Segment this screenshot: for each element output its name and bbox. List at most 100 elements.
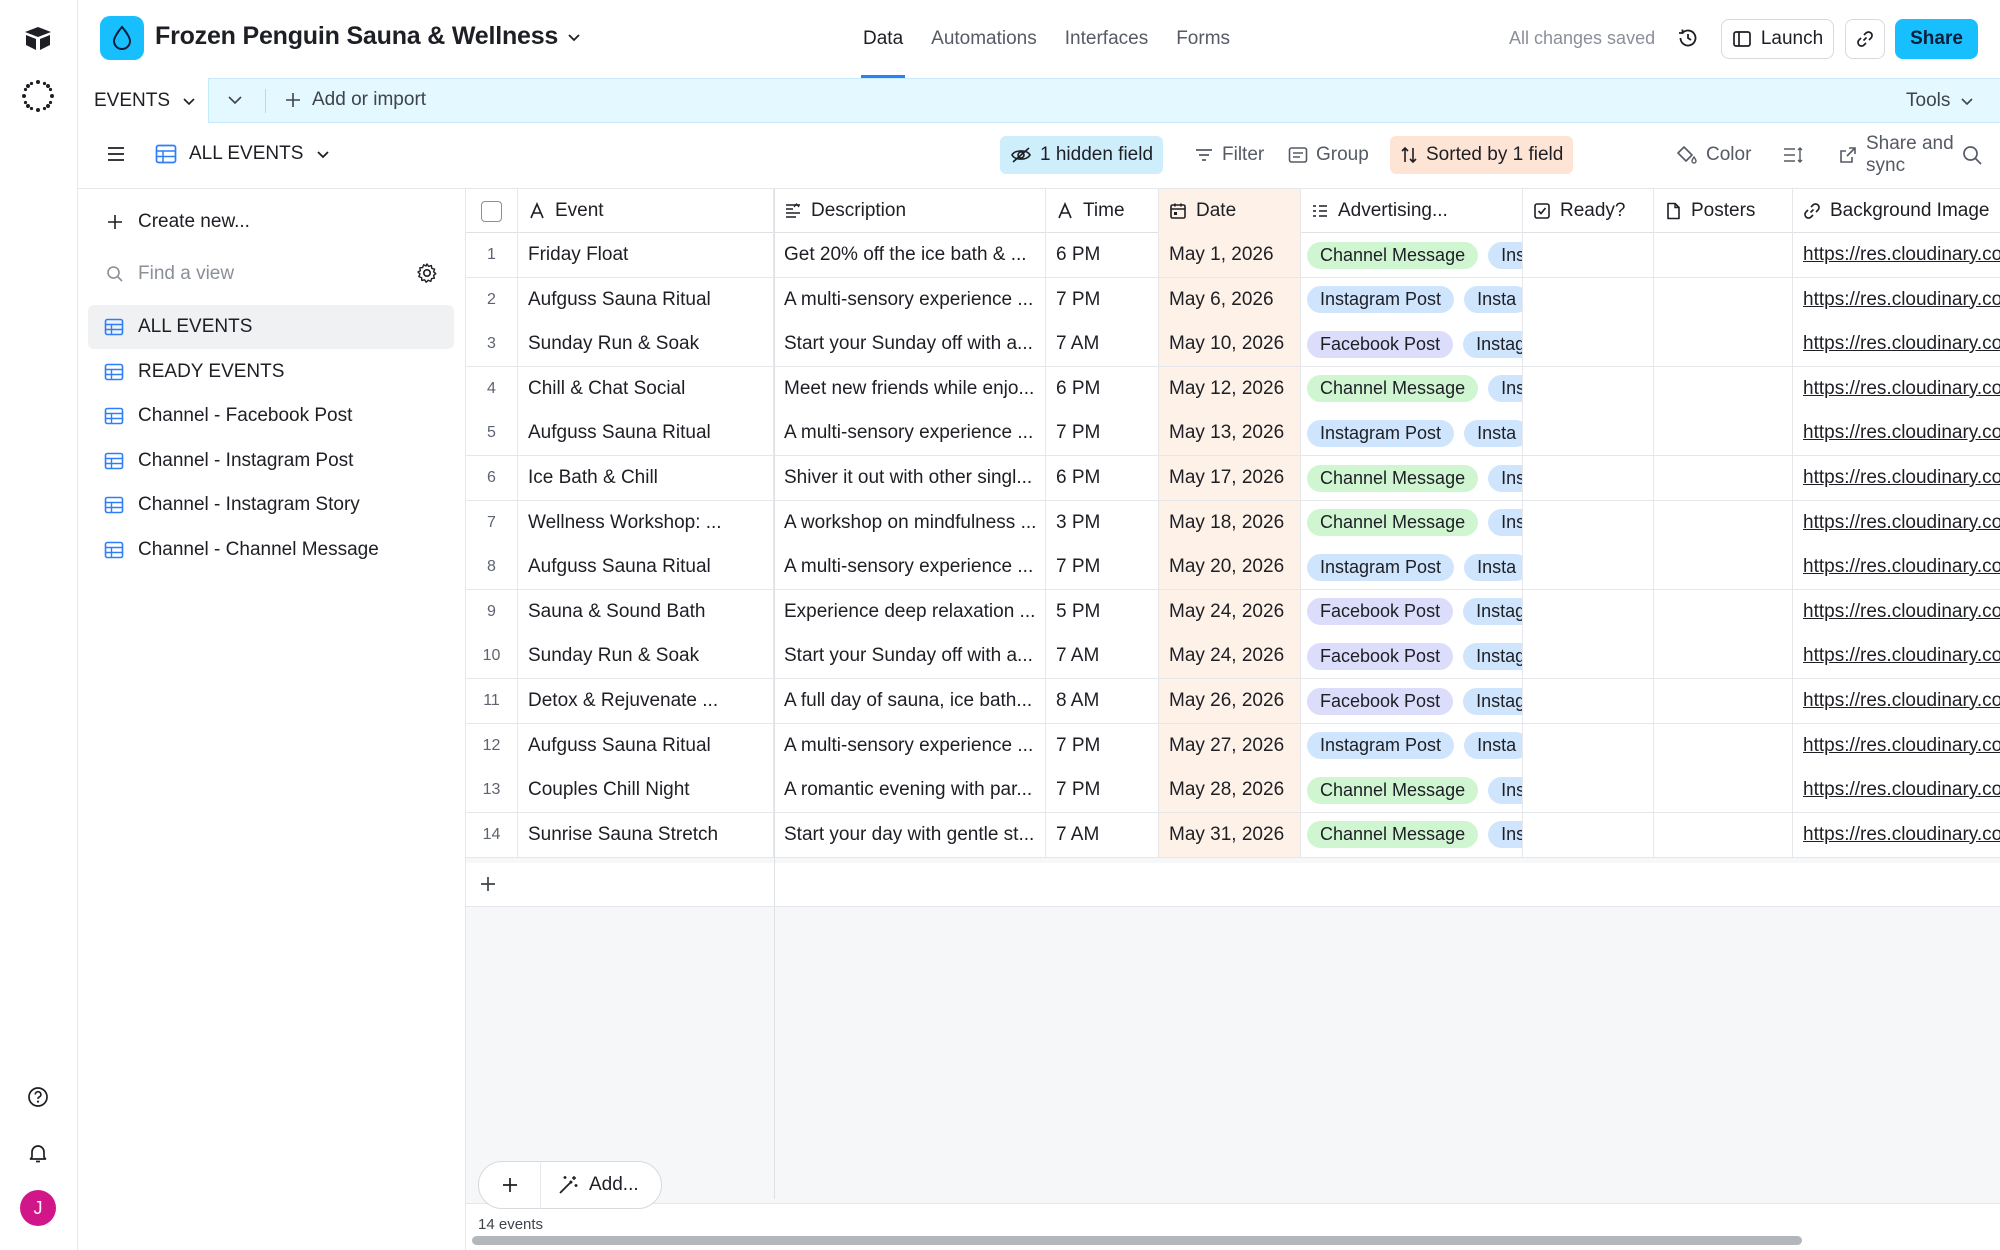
cell-background-image-link[interactable]: https://res.cloudinary.co [1793, 634, 2000, 678]
cell-ready[interactable] [1523, 812, 1654, 857]
column-header-description[interactable]: Description [774, 189, 1046, 233]
cell-event[interactable]: Friday Float [518, 233, 774, 277]
cell-description[interactable]: A full day of sauna, ice bath... [774, 679, 1046, 723]
cell-posters[interactable] [1654, 634, 1793, 679]
cell-date[interactable]: May 10, 2026 [1159, 322, 1301, 367]
cell-advertising[interactable]: Channel Message Ins [1301, 233, 1523, 277]
row-height-icon[interactable] [1772, 136, 1814, 174]
cell-posters[interactable] [1654, 768, 1793, 813]
help-icon[interactable] [19, 1078, 57, 1116]
add-record-row[interactable] [466, 863, 2000, 907]
cell-description[interactable]: Experience deep relaxation ... [774, 589, 1046, 634]
cell-advertising[interactable]: Facebook Post Instag [1301, 634, 1523, 679]
cell-date[interactable]: May 20, 2026 [1159, 545, 1301, 590]
cell-date[interactable]: May 24, 2026 [1159, 634, 1301, 679]
table-row[interactable]: 9 Sauna & Sound Bath Experience deep relax… [466, 589, 2000, 635]
cell-time[interactable]: 5 PM [1046, 589, 1159, 634]
cell-event[interactable]: Sauna & Sound Bath [518, 589, 774, 634]
cell-ready[interactable] [1523, 768, 1654, 813]
hide-fields-button[interactable]: 1 hidden field [1000, 136, 1164, 174]
cell-event[interactable]: Aufguss Sauna Ritual [518, 411, 774, 456]
cell-description[interactable]: Start your day with gentle st... [774, 812, 1046, 857]
select-all-checkbox[interactable] [466, 189, 518, 233]
cell-posters[interactable] [1654, 679, 1793, 723]
cell-time[interactable]: 7 PM [1046, 545, 1159, 590]
gear-icon[interactable] [416, 262, 438, 284]
create-new-view-button[interactable]: Create new... [106, 211, 250, 233]
sort-button[interactable]: Sorted by 1 field [1390, 136, 1574, 174]
table-row[interactable]: 7 Wellness Workshop: ... A workshop on min… [466, 500, 2000, 546]
cell-description[interactable]: Meet new friends while enjo... [774, 366, 1046, 411]
share-button[interactable]: Share [1895, 19, 1978, 59]
cell-posters[interactable] [1654, 233, 1793, 277]
cell-description[interactable]: A multi-sensory experience ... [774, 723, 1046, 768]
cell-background-image-link[interactable]: https://res.cloudinary.co [1793, 501, 2000, 545]
base-drop-icon[interactable] [100, 16, 144, 60]
omni-icon[interactable] [19, 77, 57, 115]
cell-event[interactable]: Aufguss Sauna Ritual [518, 277, 774, 322]
cell-background-image-link[interactable]: https://res.cloudinary.co [1793, 456, 2000, 500]
cell-time[interactable]: 8 AM [1046, 679, 1159, 723]
cell-background-image-link[interactable]: https://res.cloudinary.co [1793, 411, 2000, 455]
cell-advertising[interactable]: Instagram Post Insta [1301, 277, 1523, 322]
cell-description[interactable]: A romantic evening with par... [774, 768, 1046, 813]
column-header-date[interactable]: Date [1159, 189, 1301, 233]
cell-event[interactable]: Sunday Run & Soak [518, 634, 774, 679]
hamburger-menu-icon[interactable] [106, 145, 126, 163]
cell-time[interactable]: 7 AM [1046, 634, 1159, 679]
view-switcher[interactable]: ALL EVENTS [155, 143, 331, 165]
cell-description[interactable]: A workshop on mindfulness ... [774, 500, 1046, 545]
cell-posters[interactable] [1654, 322, 1793, 367]
color-button[interactable]: Color [1666, 136, 1761, 174]
cell-ready[interactable] [1523, 500, 1654, 545]
table-row[interactable]: 8 Aufguss Sauna Ritual A multi-sensory exp… [466, 545, 2000, 591]
cell-time[interactable]: 6 PM [1046, 366, 1159, 411]
sidebar-view-item[interactable]: Channel - Instagram Post [88, 439, 454, 483]
cell-background-image-link[interactable]: https://res.cloudinary.co [1793, 590, 2000, 634]
tab-interfaces[interactable]: Interfaces [1063, 0, 1150, 78]
cell-time[interactable]: 3 PM [1046, 500, 1159, 545]
cell-time[interactable]: 6 PM [1046, 233, 1159, 277]
sidebar-view-item[interactable]: Channel - Instagram Story [88, 483, 454, 527]
cell-background-image-link[interactable]: https://res.cloudinary.co [1793, 724, 2000, 768]
cell-time[interactable]: 7 AM [1046, 322, 1159, 367]
cell-ready[interactable] [1523, 277, 1654, 322]
cell-description[interactable]: A multi-sensory experience ... [774, 545, 1046, 590]
cell-ready[interactable] [1523, 322, 1654, 367]
cell-advertising[interactable]: Instagram Post Insta [1301, 411, 1523, 456]
cell-ready[interactable] [1523, 679, 1654, 723]
cell-time[interactable]: 7 AM [1046, 812, 1159, 857]
cell-description[interactable]: Get 20% off the ice bath & ... [774, 233, 1046, 277]
cell-event[interactable]: Detox & Rejuvenate ... [518, 679, 774, 723]
column-header-advertising[interactable]: Advertising... [1301, 189, 1523, 233]
table-row[interactable]: 14 Sunrise Sauna Stretch Start your day wi… [466, 812, 2000, 858]
cell-advertising[interactable]: Channel Message Ins [1301, 500, 1523, 545]
cell-ready[interactable] [1523, 634, 1654, 679]
horizontal-scrollbar[interactable] [472, 1236, 1802, 1245]
add-with-ai-button[interactable]: Add... [541, 1174, 639, 1196]
airtable-logo-icon[interactable] [19, 20, 57, 58]
cell-background-image-link[interactable]: https://res.cloudinary.co [1793, 545, 2000, 589]
cell-date[interactable]: May 31, 2026 [1159, 812, 1301, 857]
column-header-ready[interactable]: Ready? [1523, 189, 1654, 233]
sidebar-view-item[interactable]: Channel - Facebook Post [88, 394, 454, 438]
cell-posters[interactable] [1654, 589, 1793, 634]
cell-advertising[interactable]: Facebook Post Instag [1301, 589, 1523, 634]
cell-background-image-link[interactable]: https://res.cloudinary.co [1793, 813, 2000, 857]
cell-posters[interactable] [1654, 366, 1793, 411]
cell-ready[interactable] [1523, 411, 1654, 456]
cell-event[interactable]: Wellness Workshop: ... [518, 500, 774, 545]
cell-ready[interactable] [1523, 545, 1654, 590]
tab-forms[interactable]: Forms [1174, 0, 1232, 78]
cell-event[interactable]: Aufguss Sauna Ritual [518, 545, 774, 590]
table-row[interactable]: 1 Friday Float Get 20% off the ice bath & … [466, 233, 2000, 278]
cell-advertising[interactable]: Channel Message Ins [1301, 812, 1523, 857]
cell-event[interactable]: Sunday Run & Soak [518, 322, 774, 367]
user-avatar[interactable]: J [20, 1190, 56, 1226]
column-header-time[interactable]: Time [1046, 189, 1159, 233]
cell-time[interactable]: 7 PM [1046, 723, 1159, 768]
cell-posters[interactable] [1654, 411, 1793, 456]
cell-background-image-link[interactable]: https://res.cloudinary.co [1793, 679, 2000, 723]
tab-automations[interactable]: Automations [929, 0, 1039, 78]
cell-description[interactable]: Start your Sunday off with a... [774, 322, 1046, 367]
